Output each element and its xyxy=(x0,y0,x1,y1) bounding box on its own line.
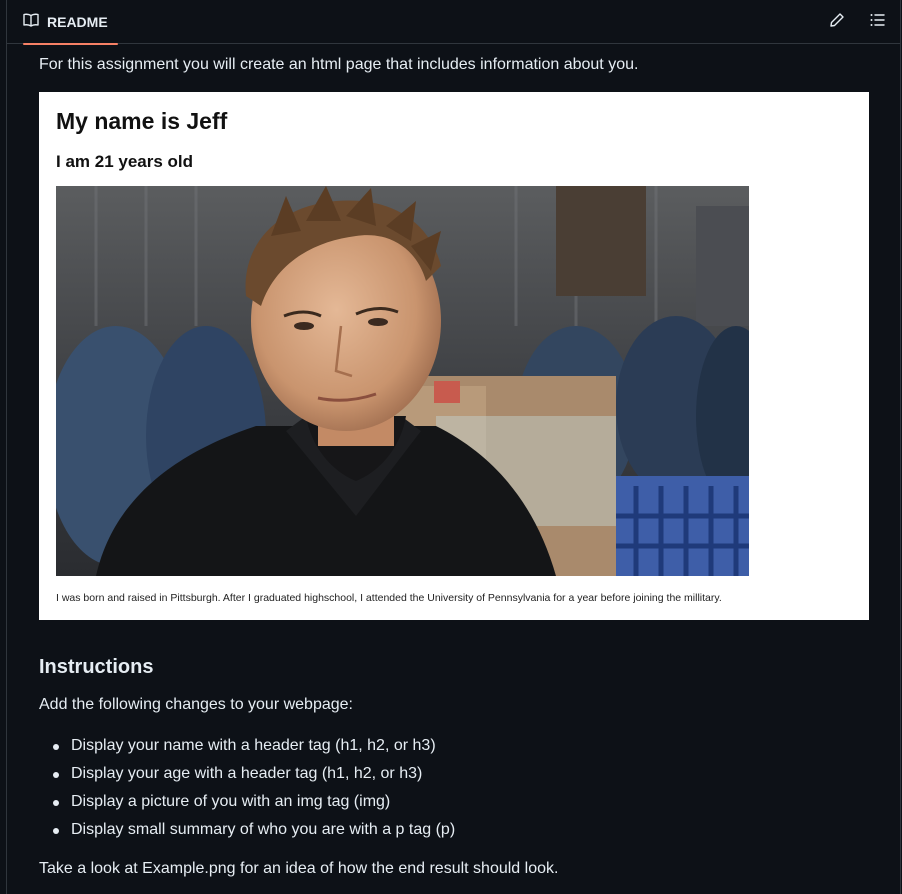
outro-text: Take a look at Example.png for an idea o… xyxy=(39,860,559,877)
list-item: Display a picture of you with an img tag… xyxy=(39,790,455,818)
example-image: My name is Jeff I am 21 years old I was … xyxy=(39,92,869,620)
outline-button[interactable] xyxy=(865,10,889,34)
tab-readme[interactable]: README xyxy=(15,0,118,45)
book-icon xyxy=(23,12,39,33)
example-subheading: I am 21 years old xyxy=(56,152,194,171)
tab-active-underline xyxy=(23,43,118,45)
instructions-heading: Instructions xyxy=(39,656,154,678)
example-photo xyxy=(56,186,749,576)
intro-text: For this assignment you will create an h… xyxy=(39,56,639,73)
edit-file-button[interactable] xyxy=(825,10,849,34)
instructions-lead: Add the following changes to your webpag… xyxy=(39,696,353,713)
readme-panel: README For this assignment you will crea… xyxy=(6,0,901,894)
instructions-list: Display your name with a header tag (h1,… xyxy=(39,734,455,846)
readme-header: README xyxy=(7,0,900,45)
list-item: Display your name with a header tag (h1,… xyxy=(39,734,455,762)
pencil-icon xyxy=(829,12,845,33)
tab-label: README xyxy=(47,14,108,30)
example-summary: I was born and raised in Pittsburgh. Aft… xyxy=(56,592,722,604)
list-item: Display small summary of who you are wit… xyxy=(39,818,455,846)
list-item: Display your age with a header tag (h1, … xyxy=(39,762,455,790)
example-heading: My name is Jeff xyxy=(56,108,228,134)
list-unordered-icon xyxy=(869,12,885,33)
